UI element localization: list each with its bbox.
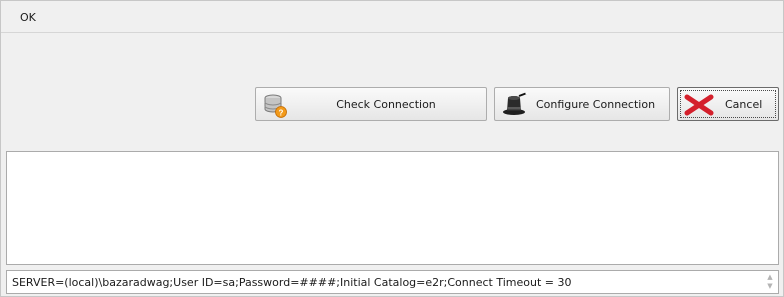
title-bar: OK — [1, 1, 783, 33]
spin-arrows[interactable]: ▲ ▼ — [764, 273, 776, 291]
check-connection-button[interactable]: ? Check Connection — [255, 87, 487, 121]
magic-hat-icon — [501, 91, 529, 121]
check-connection-label: Check Connection — [336, 97, 436, 111]
configure-connection-label: Configure Connection — [536, 97, 656, 111]
cancel-label: Cancel — [725, 97, 763, 111]
message-area[interactable] — [6, 151, 779, 265]
arrow-up-icon[interactable]: ▲ — [764, 273, 776, 282]
red-x-icon — [684, 94, 714, 119]
connection-string-text: SERVER=(local)\bazaradwag;User ID=sa;Pas… — [12, 276, 572, 289]
connection-string-field[interactable]: SERVER=(local)\bazaradwag;User ID=sa;Pas… — [6, 270, 779, 294]
window-title: OK — [20, 11, 36, 24]
arrow-down-icon[interactable]: ▼ — [764, 282, 776, 291]
connection-dialog: OK ? Check Connection Configure Connecti… — [0, 0, 784, 297]
cancel-button[interactable]: Cancel — [677, 87, 779, 121]
configure-connection-button[interactable]: Configure Connection — [494, 87, 670, 121]
